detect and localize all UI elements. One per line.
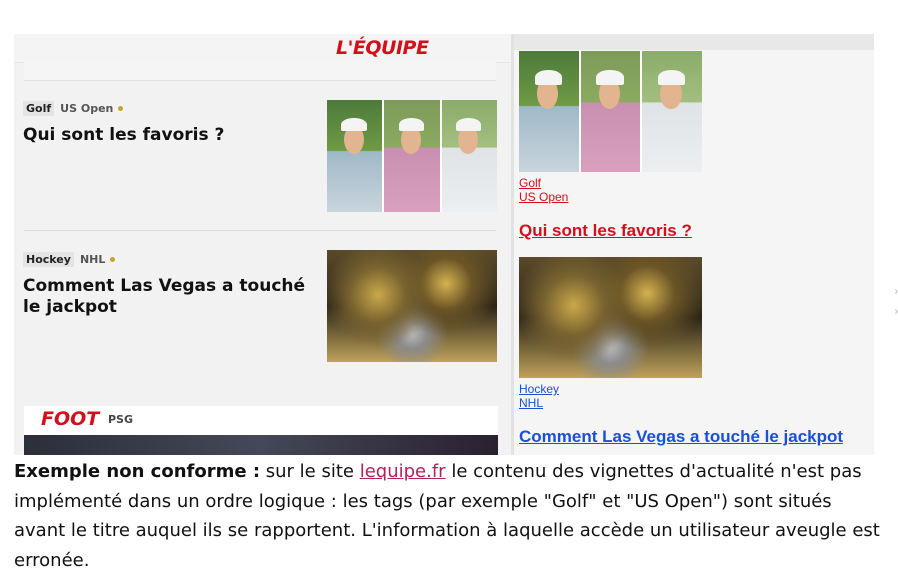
subtag-link[interactable]: NHL: [519, 396, 543, 410]
previous-card-remnant: [24, 62, 496, 81]
article-title[interactable]: Comment Las Vegas a touché le jackpot: [23, 276, 313, 318]
article-divider: [24, 230, 496, 231]
article-tags-hockey: Hockey NHL: [23, 252, 116, 267]
screenshot-comparison: L'ÉQUIPE Golf US Open Qui sont les favor…: [14, 34, 874, 455]
caption-label: Exemple non conforme :: [14, 461, 261, 482]
article-title-link[interactable]: Comment Las Vegas a touché le jackpot: [519, 427, 843, 447]
article-image-golf[interactable]: [327, 100, 497, 212]
tag-secondary[interactable]: NHL: [80, 253, 105, 266]
chevron-right-icon: ›: [894, 306, 898, 317]
tag-link[interactable]: Hockey: [519, 382, 559, 396]
live-dot-icon: [118, 106, 124, 111]
subtag-link[interactable]: US Open: [519, 190, 568, 204]
section-subtag[interactable]: PSG: [108, 413, 133, 426]
live-dot-icon: [110, 257, 116, 262]
unstyled-header: [514, 34, 874, 50]
lequipe-logo[interactable]: L'ÉQUIPE: [336, 37, 429, 59]
section-title[interactable]: FOOT: [41, 408, 99, 430]
chevron-right-icon: ›: [894, 286, 898, 297]
golfer-photo-1: [327, 100, 385, 212]
tag-primary[interactable]: Hockey: [23, 252, 74, 267]
article-image-golf[interactable]: [519, 51, 702, 172]
article-image-hockey[interactable]: [519, 257, 702, 378]
tag-primary[interactable]: Golf: [23, 101, 55, 116]
unstyled-page-view: Golf US Open Qui sont les favoris ? Hock…: [514, 34, 874, 455]
article-title[interactable]: Qui sont les favoris ?: [23, 125, 313, 146]
tag-link[interactable]: Golf: [519, 176, 541, 190]
styled-page-view: L'ÉQUIPE Golf US Open Qui sont les favor…: [14, 34, 514, 455]
golfer-photo-3: [642, 51, 702, 172]
golfer-photo-2: [384, 100, 442, 212]
golfer-photo-2: [580, 51, 643, 172]
caption-text: Exemple non conforme : sur le site lequi…: [14, 457, 884, 575]
site-header: L'ÉQUIPE: [14, 34, 514, 63]
article-image-hockey[interactable]: [327, 250, 497, 362]
section-image[interactable]: [24, 435, 498, 455]
caption-before-link: sur le site: [265, 461, 354, 482]
section-foot: FOOT PSG: [24, 406, 498, 455]
tag-secondary[interactable]: US Open: [60, 102, 113, 115]
article-tags-golf: Golf US Open: [23, 101, 124, 116]
site-link[interactable]: lequipe.fr: [360, 461, 446, 482]
golfer-photo-3: [441, 100, 497, 212]
article-title-link[interactable]: Qui sont les favoris ?: [519, 221, 692, 241]
golfer-photo-1: [519, 51, 581, 172]
